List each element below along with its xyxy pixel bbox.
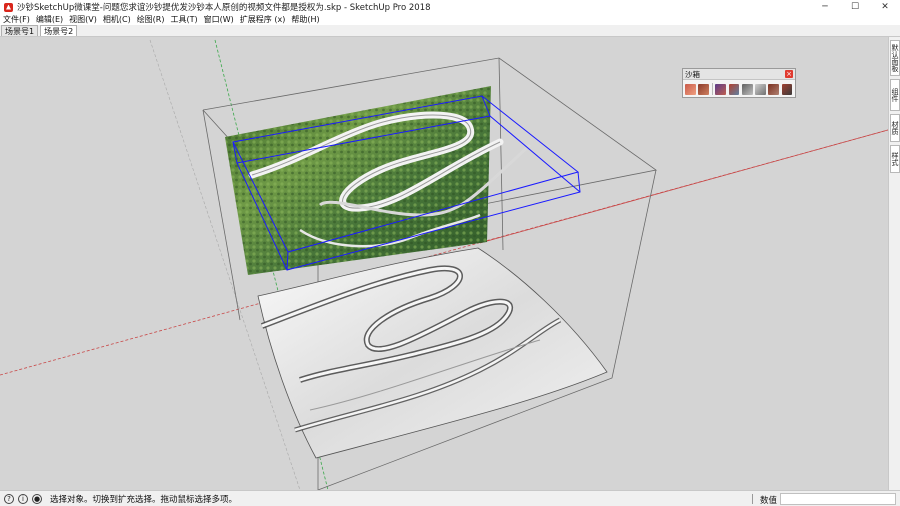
measurements-label: 数值 [760, 496, 778, 506]
red-axis-solid [479, 129, 888, 244]
maximize-button[interactable]: ☐ [840, 0, 870, 14]
window-controls: ─ ☐ ✕ [810, 0, 900, 14]
menu-camera[interactable]: 相机(C) [103, 14, 131, 25]
sandbox-from-scratch-icon[interactable] [698, 83, 709, 95]
stamp-icon[interactable] [728, 83, 740, 95]
menu-extensions[interactable]: 扩展程序 (x) [240, 14, 286, 25]
tray-tab-components[interactable]: 组件 [890, 79, 900, 111]
info-icon[interactable]: i [18, 493, 28, 504]
measurements-input[interactable] [780, 493, 896, 505]
drape-icon[interactable] [741, 83, 753, 95]
sandbox-close-button[interactable]: × [785, 70, 793, 78]
menu-file[interactable]: 文件(F) [3, 14, 30, 25]
drawing-viewport[interactable] [0, 37, 888, 490]
close-button[interactable]: ✕ [870, 0, 900, 14]
status-bar: ? i ● 选择对象。切换到扩充选择。拖动鼠标选择多项。 数值 [0, 490, 900, 506]
menu-tools[interactable]: 工具(T) [171, 14, 198, 25]
sandbox-from-contours-icon[interactable] [685, 83, 696, 95]
right-tray: 默认面板 组件 材质 样式 [888, 37, 900, 490]
menu-edit[interactable]: 编辑(E) [36, 14, 63, 25]
sketchup-logo-icon [4, 2, 13, 12]
smoove-icon[interactable] [715, 83, 727, 95]
sandbox-toolbar-header[interactable]: 沙箱 × [683, 69, 795, 80]
sandbox-tools [683, 80, 795, 98]
scene-tab-1[interactable]: 场景号1 [1, 25, 39, 36]
minimize-button[interactable]: ─ [810, 0, 840, 14]
terrain-mesh[interactable] [257, 247, 608, 459]
tray-tab-styles[interactable]: 样式 [890, 145, 900, 173]
add-detail-icon[interactable] [755, 83, 766, 95]
sandbox-toolbar[interactable]: 沙箱 × [682, 68, 796, 98]
help-icon[interactable]: ? [4, 493, 14, 504]
title-bar: 沙钞SketchUp微课堂-问题您求谊沙钞提优发沙钞本人原创的视频文件都是授权为… [0, 0, 900, 14]
menu-view[interactable]: 视图(V) [69, 14, 97, 25]
tray-tab-default[interactable]: 默认面板 [890, 40, 900, 76]
menu-bar: 文件(F) 编辑(E) 视图(V) 相机(C) 绘图(R) 工具(T) 窗口(W… [0, 14, 900, 25]
status-hint: 选择对象。切换到扩充选择。拖动鼠标选择多项。 [50, 494, 238, 505]
toolbar-separator [711, 83, 713, 95]
scene-tab-2[interactable]: 场景号2 [40, 25, 78, 36]
status-divider [752, 494, 753, 504]
menu-window[interactable]: 窗口(W) [204, 14, 234, 25]
menu-help[interactable]: 帮助(H) [291, 14, 319, 25]
sandbox-toolbar-title: 沙箱 [685, 69, 700, 79]
aerial-photo-image[interactable] [225, 86, 532, 275]
window-title: 沙钞SketchUp微课堂-问题您求谊沙钞提优发沙钞本人原创的视频文件都是授权为… [17, 3, 431, 13]
user-icon[interactable]: ● [32, 493, 42, 504]
unknown-sandbox-tool-icon[interactable] [781, 83, 793, 95]
tray-tab-materials[interactable]: 材质 [890, 114, 900, 142]
menu-draw[interactable]: 绘图(R) [137, 14, 165, 25]
scene-tabs-bar: 场景号1 场景号2 [0, 25, 900, 37]
model-scene[interactable] [0, 37, 888, 490]
flip-edge-icon[interactable] [768, 83, 780, 95]
